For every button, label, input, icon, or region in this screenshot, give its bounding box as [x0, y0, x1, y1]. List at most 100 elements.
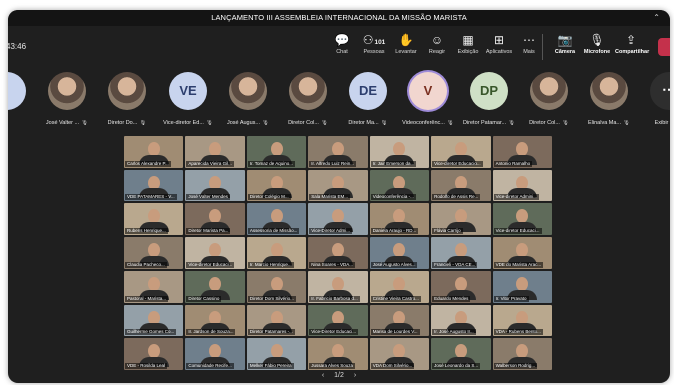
microphone-button[interactable]: 🎙 Microfone — [581, 31, 613, 55]
participant-tile[interactable]: DP Diretor Patamar... 🎙 — [460, 72, 518, 126]
video-tile[interactable]: Ir. José Augusto Ir... — [431, 304, 491, 337]
video-tile[interactable]: Comunidade Recife... — [185, 338, 245, 370]
video-tile[interactable]: José Valter Mendes — [185, 169, 245, 202]
share-button[interactable]: ⇪ Compartilhar — [615, 31, 649, 55]
video-tile[interactable]: VDA Dom Silvério... — [369, 338, 430, 370]
view-button[interactable]: ▦ Exibição — [452, 31, 484, 55]
video-tile[interactable]: Diretor Colégio M... — [246, 169, 307, 202]
video-tile[interactable]: Assessoria de Missão... — [246, 203, 307, 236]
video-tile[interactable]: Pastoral - Marista... — [124, 270, 184, 303]
video-tile-name: Marisa de Lourdes V... — [370, 329, 420, 336]
toolbar-divider — [542, 34, 543, 60]
video-tile-name: Melker Fábio Pereira — [247, 362, 294, 369]
participant-tile[interactable]: V Videoconferênc... 🎙 — [399, 72, 457, 126]
video-tile[interactable]: Vice-Diretor Educaci... — [308, 304, 368, 337]
video-tile[interactable]: Ir. Jardson de Souza... — [185, 304, 245, 337]
participant-tile[interactable]: VE Vice-diretor Ed... 🎙 — [159, 72, 217, 126]
video-tile[interactable]: Ir. Tomaz de Aquino... — [246, 136, 307, 168]
participant-video — [516, 276, 529, 291]
video-tile[interactable]: VDE - Rosilda Leal — [124, 338, 184, 370]
video-tile[interactable]: Cristine Vieira Castro... — [369, 270, 430, 303]
chat-icon: 💬 — [334, 33, 350, 47]
participant-tile[interactable]: José Valter ... 🎙 — [38, 72, 96, 126]
raise-hand-button[interactable]: ✋ Levantar — [390, 31, 422, 55]
video-tile-name: Vice-diretor Educacio... — [432, 160, 483, 167]
participant-tile[interactable]: DE Diretor Ma... 🎙 — [339, 72, 397, 126]
video-tile-name: José Leonardo da S... — [432, 362, 481, 369]
video-tile[interactable]: Vice-diretor Educaci... — [185, 237, 245, 269]
video-tile-name: Vice-diretor Admini... — [493, 194, 539, 201]
muted-mic-icon: 🎙 — [262, 120, 269, 126]
video-tile[interactable]: Claudia Pacheco... — [124, 237, 184, 269]
video-tile[interactable]: Vice-diretor Educaci... — [492, 203, 552, 236]
leave-call-button[interactable] — [658, 38, 670, 56]
meeting-timer: 43:46 — [8, 42, 27, 51]
video-tile[interactable]: Marisa de Lourdes V... — [369, 304, 430, 337]
video-tile[interactable]: VDA - Rubens Bento... — [492, 304, 552, 337]
video-tile[interactable]: Guilherme Gomes Co... — [124, 304, 184, 337]
video-tile[interactable]: VDE PATAMARES - V... — [124, 169, 184, 202]
video-gallery: Carlos Alexandre P... Aparecida Vieira Gi… — [124, 136, 552, 370]
video-tile[interactable]: Daniela Araujo - RD... — [369, 203, 430, 236]
muted-mic-icon: 🎙 — [205, 120, 213, 126]
collapse-icon[interactable]: ⌃ — [653, 10, 660, 26]
video-tile[interactable]: José Augusto Alves... — [369, 237, 430, 269]
video-tile[interactable]: Ir. Marcio Henrique... — [246, 237, 307, 269]
video-tile[interactable]: Antonio Ramalho — [492, 136, 552, 168]
video-tile[interactable]: José Leonardo da S... — [431, 338, 491, 370]
video-tile[interactable]: Diretor Cassino — [185, 270, 245, 303]
video-tile[interactable]: Videoconferência -... — [369, 169, 430, 202]
video-tile[interactable]: Carlos Alexandre P... — [124, 136, 184, 168]
react-button[interactable]: ☺ Reagir — [421, 31, 453, 55]
video-tile[interactable]: Ir. Fabricio Barbosa d... — [308, 270, 368, 303]
participant-tile[interactable]: Diretor Col... 🎙 — [279, 72, 337, 126]
video-tile[interactable]: Eduardo Mendes — [431, 270, 491, 303]
participant-video — [516, 142, 529, 156]
video-tile[interactable]: VDE do Marista Arac... — [492, 237, 552, 269]
meeting-toolbar: 43:46 💬 Chat ⚇101 Pessoas ✋ Levantar ☺ R… — [8, 26, 670, 72]
video-tile[interactable]: Francieli - VDA CE... — [431, 237, 491, 269]
video-tile-name: Jussara Alves Souza — [309, 362, 356, 369]
camera-button[interactable]: 📷 Câmera — [549, 31, 581, 55]
video-tile[interactable]: Vice-diretor Admini... — [492, 169, 552, 202]
people-button[interactable]: ⚇101 Pessoas — [358, 31, 390, 55]
share-icon: ⇪ — [625, 33, 637, 47]
video-tile[interactable]: Rodolfo de Assis Re... — [431, 169, 491, 202]
participant-tile[interactable]: ⋯ Exibir todos — [640, 72, 670, 126]
video-tile[interactable]: Rubens Henrique... — [124, 203, 184, 236]
video-tile[interactable]: Vice-diretor Educacio... — [431, 136, 491, 168]
prev-page-button[interactable]: ‹ — [322, 372, 324, 379]
video-tile[interactable]: Ir. Jair Emerson da... — [369, 136, 430, 168]
video-tile[interactable]: Diretor Patamares -... — [246, 304, 307, 337]
video-tile[interactable]: Flávia Carrijo — [431, 203, 491, 236]
participant-name: Diretor Col... 🎙 — [520, 120, 578, 126]
video-tile[interactable]: Diretor Dom Silvério... — [246, 270, 307, 303]
video-tile-name: José Augusto Alves... — [370, 261, 418, 268]
more-button[interactable]: ⋯ Mais — [513, 31, 545, 55]
video-tile[interactable]: Diretor Marista Pa... — [185, 203, 245, 236]
video-tile-name: Rubens Henrique... — [125, 228, 168, 235]
video-tile-name: Ir. Marcio Henrique... — [247, 261, 294, 268]
video-tile[interactable]: Ir. Alfredo Luiz Rein... — [308, 136, 368, 168]
participant-name-label: Diretor Col... — [529, 120, 560, 126]
video-tile-name: Diretor Colégio M... — [247, 194, 291, 201]
participant-name: Diretor Ma... 🎙 — [339, 120, 397, 126]
muted-mic-icon: 🎙 — [320, 120, 328, 126]
chat-button[interactable]: 💬 Chat — [326, 31, 358, 55]
participant-tile[interactable]: Diretor Col... 🎙 — [520, 72, 578, 126]
participant-tile[interactable] — [8, 72, 36, 120]
video-tile[interactable]: Nina Soares - VDA... — [308, 237, 368, 269]
video-tile[interactable]: Jussara Alves Souza — [308, 338, 368, 370]
participant-tile[interactable]: Elinalva Ma... 🎙 — [580, 72, 638, 126]
participant-tile[interactable]: José Augus... 🎙 — [219, 72, 277, 126]
muted-mic-icon: 🎙 — [446, 120, 454, 126]
video-tile[interactable]: Aparecida Vieira Gil... — [185, 136, 245, 168]
video-tile[interactable]: Ir. Vitor Pravato — [492, 270, 552, 303]
video-tile[interactable]: Melker Fábio Pereira — [246, 338, 307, 370]
video-tile[interactable]: Sala Marista EM... — [308, 169, 368, 202]
video-tile[interactable]: Walberson Rodrig... — [492, 338, 552, 370]
apps-button[interactable]: ⊞ Aplicativos — [483, 31, 515, 55]
participant-tile[interactable]: Diretor Do... 🎙 — [98, 72, 156, 126]
video-tile[interactable]: Vice-Diretor Admi... — [308, 203, 368, 236]
next-page-button[interactable]: › — [354, 372, 356, 379]
